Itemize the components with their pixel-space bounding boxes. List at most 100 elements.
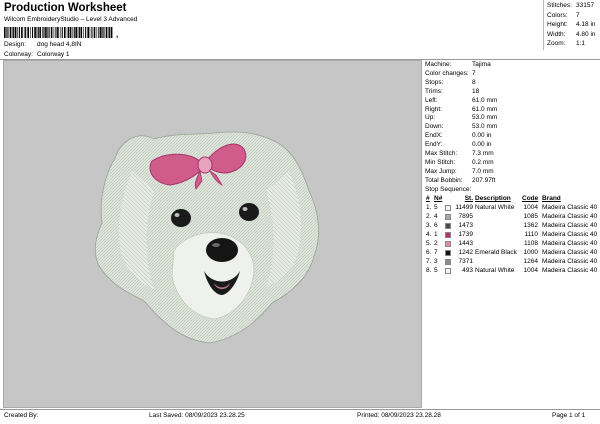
stop-sequence-row[interactable]: 1. 5 11499 Natural White 1004 Madeira Classic… — [425, 204, 600, 213]
stop-sequence-row[interactable]: 2. 4 7895 1085 Madeira Classic 40 — [425, 213, 600, 222]
info-row: Min Stitch: 0.2 mm — [425, 159, 494, 166]
barcode-bar — [77, 27, 79, 38]
info-value: 7.3 mm — [472, 150, 494, 157]
info-value: 61.0 mm — [472, 96, 498, 104]
barcode-bar — [75, 27, 77, 38]
stop-sequence-row[interactable]: 6. 7 1242 Emerald Black 1000 Madeira Classic … — [425, 249, 600, 258]
row-stitches: 7371 — [458, 258, 473, 265]
barcode-bar — [9, 27, 12, 38]
row-needle: 6 — [434, 222, 438, 229]
stop-sequence-row[interactable]: 8. 5 493 Natural White 1004 Madeira Classic 4… — [425, 267, 600, 276]
info-value: 7.0 mm — [472, 167, 494, 175]
color-swatch-icon — [445, 259, 451, 265]
row-brand: Madeira Classic 40 — [542, 240, 598, 247]
stop-sequence-row[interactable]: 5. 2 1443 1108 Madeira Classic 40 — [425, 240, 600, 249]
barcode-bar — [98, 27, 100, 38]
row-needle: 7 — [434, 249, 438, 256]
barcode-bar — [66, 27, 68, 38]
row-brand: Madeira Classic 40 — [542, 249, 598, 256]
footer-divider — [0, 409, 600, 410]
info-row: Up: 53.0 mm — [425, 114, 497, 121]
barcode-bar — [45, 27, 47, 38]
software-name: Wilcom EmbroideryStudio – Level 3 Advanc… — [4, 16, 138, 23]
info-value: 53.0 mm — [472, 114, 498, 122]
info-label: Up: — [425, 114, 436, 122]
stat-value: 4.80 in — [576, 30, 596, 38]
info-row: EndX: 0.00 in — [425, 132, 492, 139]
barcode-bar — [47, 27, 48, 38]
barcode-suffix: , — [116, 30, 119, 39]
design-label: Design: — [4, 41, 27, 48]
design-value: dog head 4,8IN — [37, 41, 82, 48]
info-value: Tajima — [472, 61, 491, 68]
design-preview-canvas[interactable] — [3, 60, 422, 408]
barcode-bar — [100, 27, 102, 38]
barcode-bar — [73, 27, 75, 38]
barcode-bar — [23, 27, 25, 38]
stat-label: Zoom: — [547, 40, 566, 47]
footer-printed: Printed: 08/09/2023 23.28.28 — [357, 412, 441, 419]
footer-created-by: Created By: — [4, 412, 39, 419]
row-num: 4. — [426, 231, 432, 238]
stop-sequence-row[interactable]: 4. 1 1739 1110 Madeira Classic 40 — [425, 231, 600, 240]
stop-sequence-row[interactable]: 7. 3 7371 1264 Madeira Classic 40 — [425, 258, 600, 267]
header-description: Description — [475, 195, 511, 202]
colorway-info: Colorway: Colorway 1 — [4, 51, 70, 58]
row-needle: 5 — [434, 267, 438, 274]
colorway-value: Colorway 1 — [37, 51, 70, 58]
row-code: 1264 — [523, 258, 538, 265]
row-needle: 1 — [434, 231, 438, 238]
row-description: Natural White — [475, 267, 515, 274]
barcode-bar — [57, 27, 59, 38]
info-label: EndX: — [425, 132, 443, 140]
info-row: EndY: 0.00 in — [425, 141, 492, 148]
barcode-bar — [71, 27, 73, 38]
barcode-bar — [6, 27, 7, 38]
barcode-bar — [21, 27, 23, 38]
row-stitches: 1473 — [458, 222, 473, 229]
color-swatch-icon — [445, 223, 451, 229]
row-brand: Madeira Classic 40 — [542, 204, 598, 211]
barcode-bar — [48, 27, 50, 38]
row-needle: 5 — [434, 204, 438, 211]
info-label: Total Bobbin: — [425, 176, 463, 184]
dog-embroidery-image — [94, 131, 319, 344]
info-row: Trims: 18 — [425, 88, 479, 95]
row-stitches: 11499 — [455, 204, 473, 211]
color-swatch-icon — [445, 214, 451, 220]
stat-height: Height: 4.18 in — [547, 21, 596, 28]
row-needle: 4 — [434, 213, 438, 220]
row-code: 1362 — [523, 222, 538, 229]
stat-value: 1:1 — [576, 40, 586, 47]
row-code: 1000 — [523, 249, 538, 256]
barcode-bar — [59, 27, 61, 38]
barcode-bar — [50, 27, 53, 38]
barcode-bar — [102, 27, 103, 38]
info-label: Max Stitch: — [425, 150, 458, 157]
row-num: 6. — [426, 249, 432, 256]
row-stitches: 7895 — [458, 213, 473, 220]
barcode-bar — [7, 27, 9, 38]
stop-sequence-row[interactable]: 3. 6 1473 1362 Madeira Classic 40 — [425, 222, 600, 231]
colorway-label: Colorway: — [4, 51, 33, 58]
info-label: Down: — [425, 123, 444, 131]
row-num: 3. — [426, 222, 432, 229]
info-value: 207.97ft — [472, 176, 496, 184]
info-label: Min Stitch: — [425, 158, 456, 166]
info-value: 8 — [472, 78, 476, 86]
color-swatch-icon — [445, 232, 451, 238]
info-row: Color changes: 7 — [425, 70, 476, 77]
info-value: 53.0 mm — [472, 123, 498, 131]
row-code: 1110 — [524, 231, 539, 238]
stats-panel: Stitches: 33157 Colors: 7 Height: 4.18 in W… — [543, 0, 600, 50]
barcode-bar — [103, 27, 105, 38]
header-stitches: St. — [464, 195, 473, 202]
page-title: Production Worksheet — [4, 2, 127, 14]
info-value: 7 — [472, 69, 476, 77]
barcode-bar — [39, 27, 41, 38]
color-swatch-icon — [445, 268, 451, 274]
info-row: Max Jump: 7.0 mm — [425, 168, 494, 175]
stat-value: 4.18 in — [576, 21, 596, 28]
stat-value: 7 — [576, 11, 580, 19]
design-info: Design: dog head 4,8IN — [4, 41, 81, 48]
